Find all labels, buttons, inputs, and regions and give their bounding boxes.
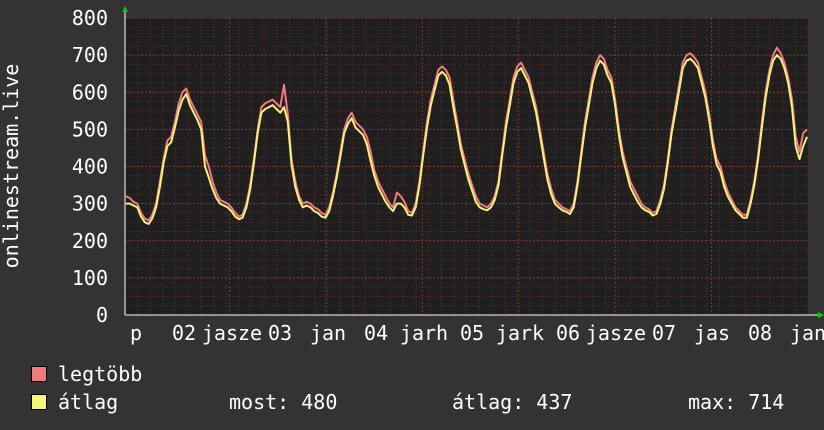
y-tick-label: 400 bbox=[72, 155, 108, 179]
y-axis-arrow bbox=[122, 6, 128, 12]
y-tick-label: 700 bbox=[72, 43, 108, 67]
x-tick-label: 05 bbox=[460, 321, 484, 345]
stat-max: max: 714 bbox=[688, 390, 785, 414]
x-tick-label: jan bbox=[790, 321, 824, 345]
x-tick-label: jark bbox=[496, 321, 544, 345]
legend-label-avg: átlag bbox=[58, 390, 119, 414]
x-tick-label: p bbox=[130, 321, 142, 345]
x-tick-label: 04 bbox=[364, 321, 388, 345]
stat-avg: átlag: 437 bbox=[452, 390, 573, 414]
y-tick-label: 800 bbox=[72, 6, 108, 30]
x-axis-arrow bbox=[818, 312, 824, 318]
chart-svg: 0100200300400500600700800p 02 jasze 03 jan 04… bbox=[0, 6, 824, 345]
x-tick-label: 02 bbox=[172, 321, 196, 345]
x-tick-label: jasze bbox=[202, 321, 262, 345]
x-tick-label: jas bbox=[694, 321, 730, 345]
x-tick-label: 03 bbox=[268, 321, 292, 345]
stat-now: most: 480 bbox=[229, 390, 338, 414]
y-tick-label: 100 bbox=[72, 266, 108, 290]
y-tick-label: 200 bbox=[72, 229, 108, 253]
x-tick-label: 06 bbox=[556, 321, 580, 345]
legend-swatch-avg bbox=[31, 394, 47, 410]
y-tick-label: 300 bbox=[72, 192, 108, 216]
x-tick-label: 07 bbox=[652, 321, 676, 345]
legend-swatch-max bbox=[31, 366, 47, 382]
y-tick-label: 500 bbox=[72, 117, 108, 141]
x-tick-label: 08 bbox=[748, 321, 772, 345]
x-tick-label: jan bbox=[310, 321, 346, 345]
y-tick-label: 0 bbox=[96, 303, 108, 327]
y-tick-label: 600 bbox=[72, 80, 108, 104]
x-tick-label: jasze bbox=[586, 321, 646, 345]
x-tick-label: jarh bbox=[400, 321, 448, 345]
legend-label-max: legtöbb bbox=[58, 362, 143, 386]
y-axis-label: onlinestream.live bbox=[0, 64, 23, 269]
